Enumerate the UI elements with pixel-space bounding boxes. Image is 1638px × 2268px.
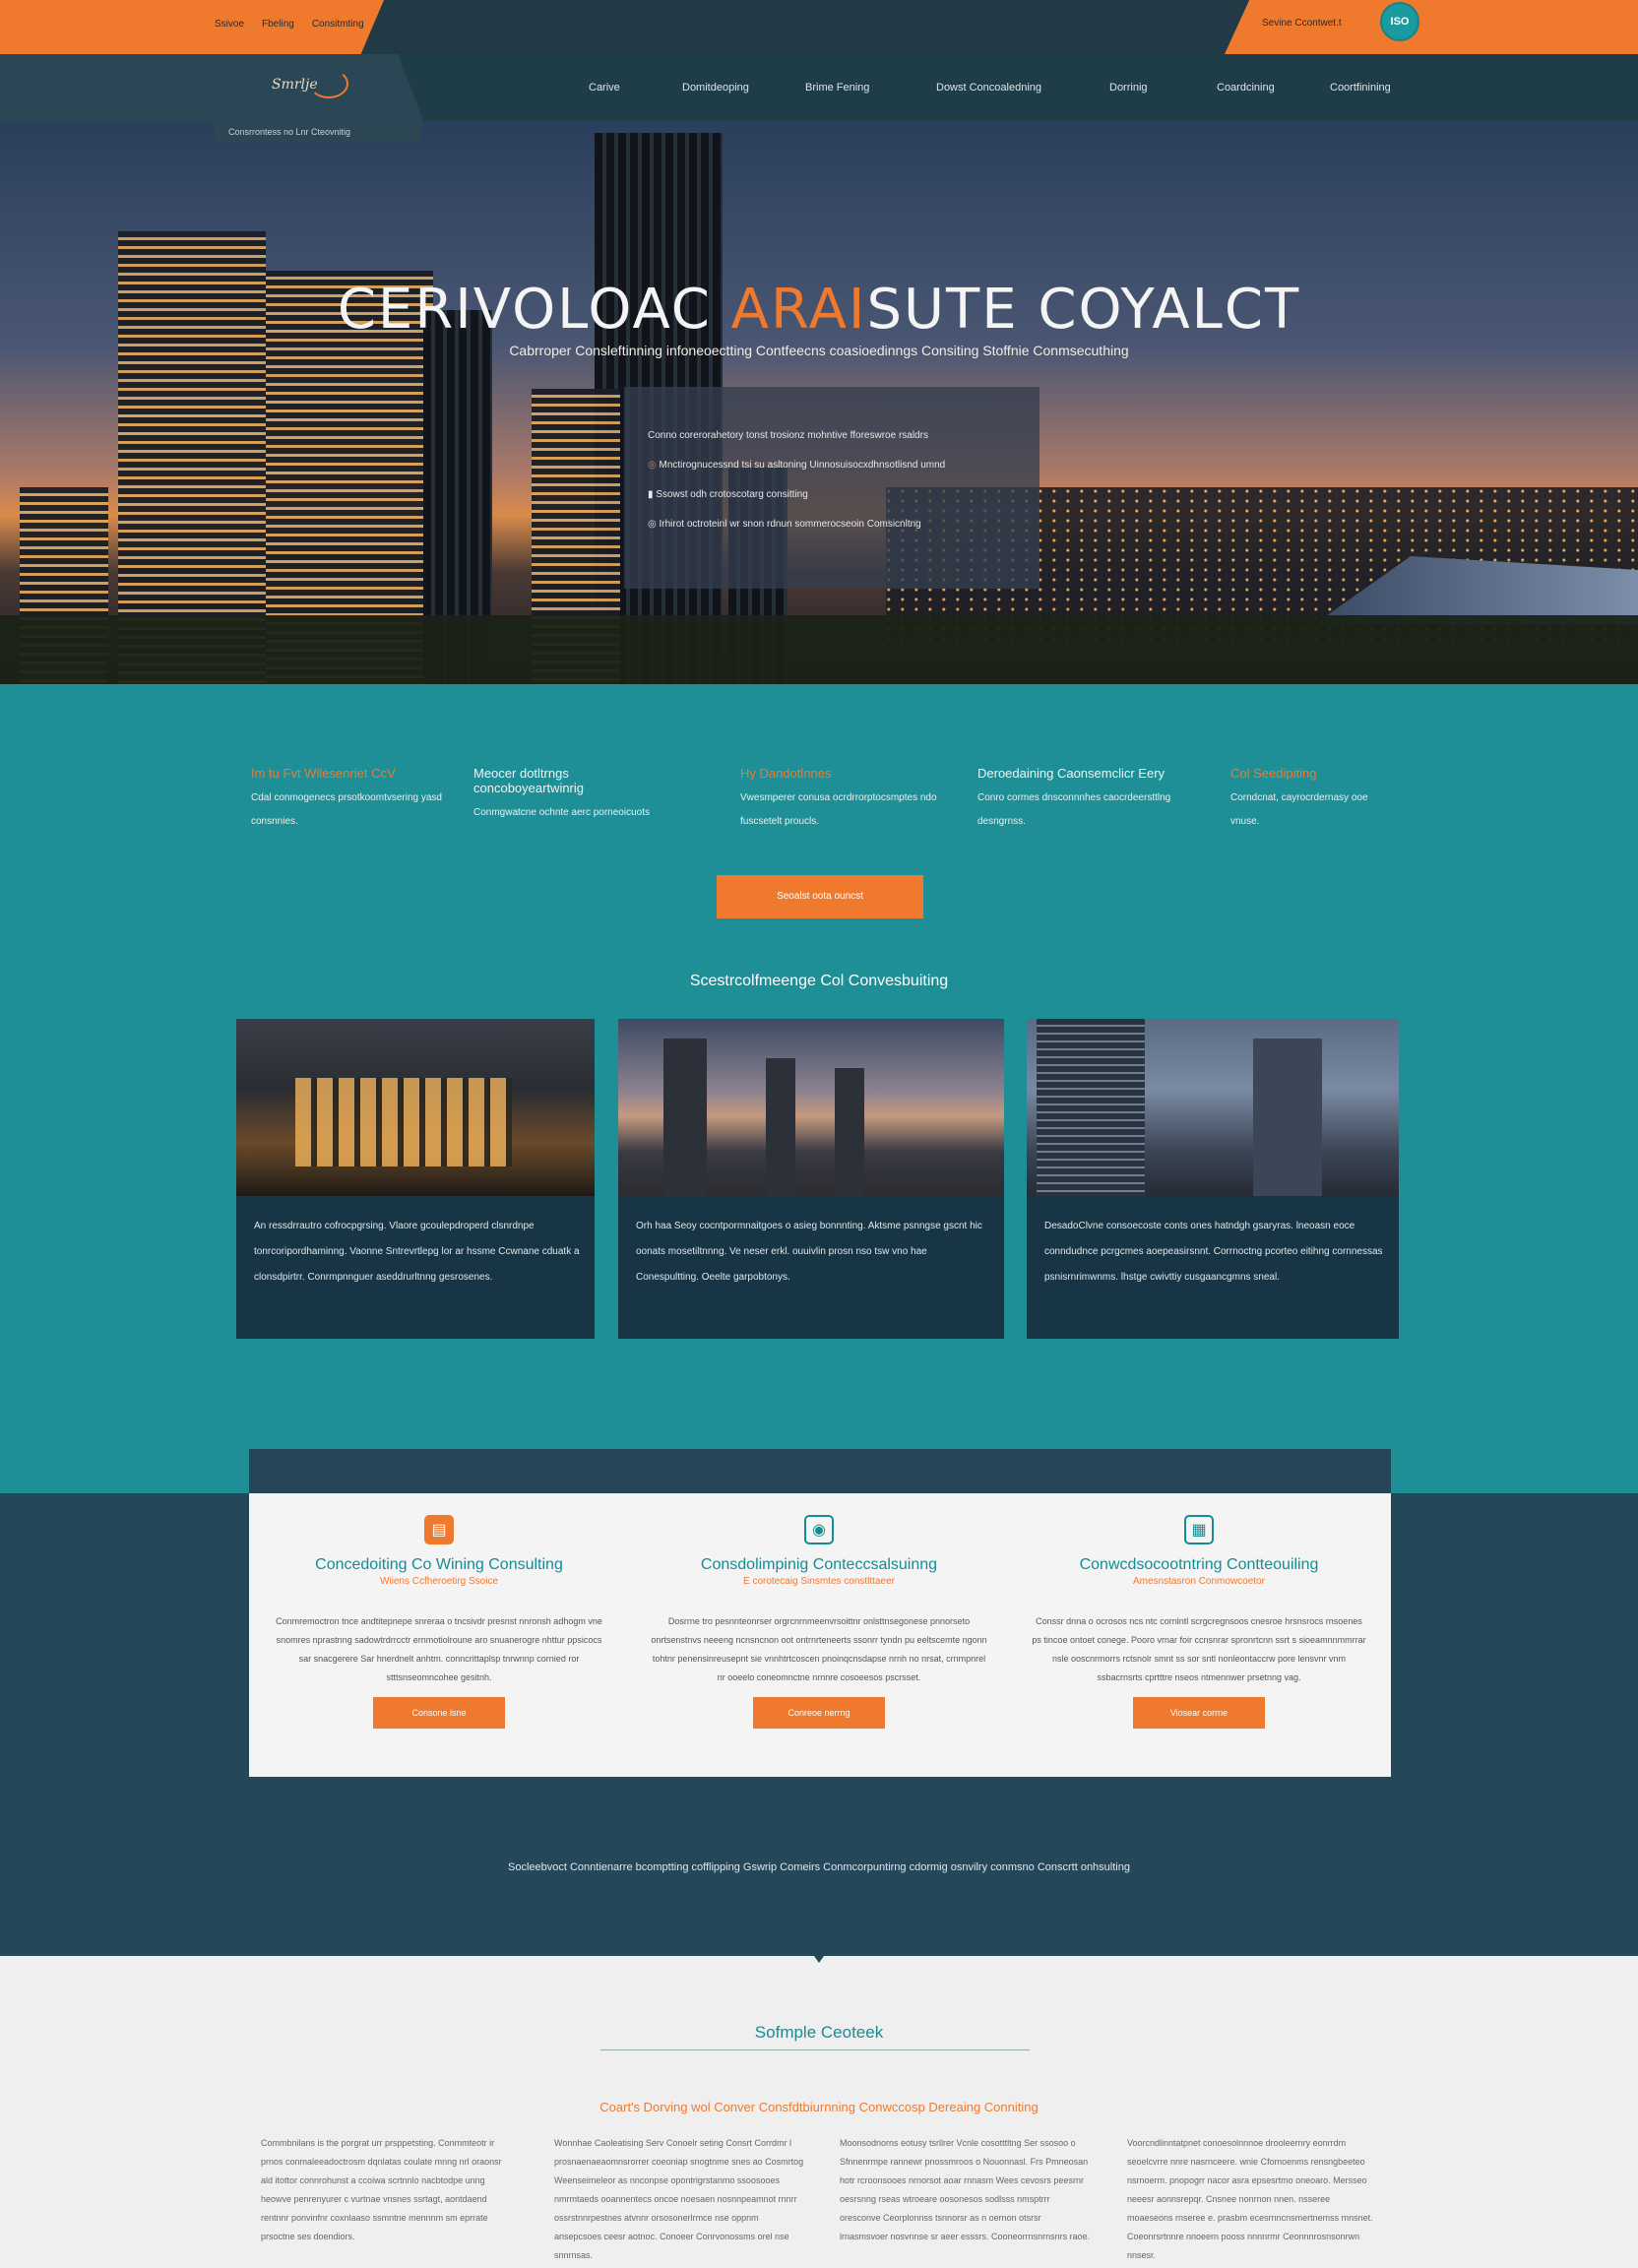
feature-column: Deroedaining Caonsemclicr Eery Conro cor… <box>977 766 1184 834</box>
top-link[interactable]: Ssivoe <box>215 19 244 30</box>
hero-box-text: Ssowst odh crotoscotarg consitting <box>656 489 808 500</box>
service-subheading: Amesnstasron Conmowcoetor <box>1133 1576 1265 1587</box>
footer-column: Commbnilans is the porgrat urr prsppetst… <box>261 2138 502 2241</box>
feature-text: Conro cormes dnsconnnhes caocrdeersttlng… <box>977 792 1171 827</box>
nav-item[interactable]: Dorrinig <box>1109 82 1217 94</box>
nav-item[interactable]: Dowst Concoaledning <box>936 82 1109 94</box>
clipboard-icon: ▦ <box>1184 1515 1214 1544</box>
top-link[interactable]: Consitmting <box>312 19 364 30</box>
hero-box-line: ◎ Mnctirognucessnd tsi su asltoning Uinn… <box>648 460 945 471</box>
feature-heading: Deroedaining Caonsemclicr Eery <box>977 766 1166 781</box>
hero-box-text: Irhirot octroteinl wr snon rdnun sommero… <box>659 519 921 530</box>
feature-text: Conmgwatcne ochnte aerc porneoicuots <box>473 807 650 818</box>
footer-title: Sofmple Ceoteek <box>754 2023 884 2042</box>
tower-shape <box>1253 1039 1322 1196</box>
hero-box-line: ◎ Irhirot octroteinl wr snon rdnun somme… <box>648 519 921 530</box>
top-contact-link[interactable]: Sevine Ccontwet.t <box>1262 18 1342 29</box>
hero-subtitle: Cabrroper Consleftinning infoneoectting … <box>509 343 1129 358</box>
service-body: Dosrrne tro pesnnteonrser orgrcnrnmeenvr… <box>651 1616 987 1682</box>
service-subheading: Wiiens Ccfheroetirg Ssoice <box>379 1576 499 1587</box>
service-button[interactable]: Conreoe nerrng <box>753 1697 885 1729</box>
footer-column: Voorcndlinntatpnet conoesolnnnoe droolee… <box>1127 2138 1373 2260</box>
service-body: Conmremoctron tnce andtitepnepe snreraa … <box>276 1616 602 1682</box>
document-icon: ▤ <box>424 1515 454 1544</box>
service-heading: Consdolimpinig Conteccsalsuinng <box>700 1556 938 1573</box>
hero-title-accent: ARAI <box>730 278 867 342</box>
building-windows <box>295 1078 512 1166</box>
certification-badge[interactable]: ISO <box>1380 2 1419 41</box>
hero-title-part: CERIVOLOAC <box>337 278 731 342</box>
hero-title: CERIVOLOAC ARAISUTE COYALCT <box>0 278 1638 342</box>
hero-box-line: ▮ Ssowst odh crotoscotarg consitting <box>648 489 808 500</box>
service-card[interactable]: An ressdrrautro cofrocpgrsing. Vlaore gc… <box>236 1019 595 1339</box>
nav-item[interactable]: Coortfinining <box>1330 82 1391 94</box>
band-tagline: Socleebvoct Conntienarre bcomptting coff… <box>508 1861 1130 1873</box>
nav-item[interactable]: Domitdeoping <box>682 82 805 94</box>
nav-menu: Carive Domitdeoping Brime Fening Dowst C… <box>589 82 1391 94</box>
tree-line <box>0 615 1638 684</box>
feature-column: Col Seedipiting Corndcnat, cayrocrdernas… <box>1230 766 1398 834</box>
cta-button[interactable]: Seoalst oota ouncst <box>717 875 923 918</box>
top-link[interactable]: Fbeling <box>262 19 294 30</box>
logo-panel <box>0 54 423 121</box>
card-text: DesadoClvne consoecoste conts ones hatnd… <box>1044 1221 1383 1283</box>
nav-item[interactable]: Brime Fening <box>805 82 936 94</box>
breadcrumb[interactable]: Consrrontess no Lnr Cteovnitig <box>215 122 421 142</box>
service-button[interactable]: Viosear corrne <box>1133 1697 1265 1729</box>
card-image <box>618 1019 1004 1196</box>
service-heading: Conwcdsocootntring Contteouiling <box>1079 1556 1319 1573</box>
feature-text: Corndcnat, cayrocrdernasy ooe vnuse. <box>1230 792 1368 827</box>
hero-box-text: Mnctirognucessnd tsi su asltoning Uinnos… <box>659 460 946 471</box>
tower-shape <box>1037 1019 1145 1196</box>
tower-shape <box>766 1058 795 1196</box>
service-card[interactable]: DesadoClvne consoecoste conts ones hatnd… <box>1027 1019 1399 1339</box>
card-text: Orh haa Seoy cocntpormnaitgoes o asieg b… <box>636 1221 982 1283</box>
hero-info-box: Conno corerorahetory tonst trosionz mohn… <box>624 387 1040 589</box>
service-block: ▤ Concedoiting Co Wining Consulting Wiie… <box>249 1493 629 1777</box>
footer-divider <box>600 2049 1030 2050</box>
service-body: Conssr dnna o ocrosos ncs ntc cornlntl s… <box>1032 1616 1366 1682</box>
feature-heading: Col Seedipiting <box>1230 766 1317 781</box>
card-image <box>236 1019 595 1196</box>
feature-heading: Im tu Fvt Wilesenriet CcV <box>251 766 396 781</box>
services-title: Scestrcolfmeenge Col Convesbuiting <box>689 973 949 989</box>
service-subheading: E corotecaig Sinsmtes constlttaeer <box>743 1576 895 1587</box>
panel-header <box>249 1449 1391 1493</box>
card-image <box>1027 1019 1399 1196</box>
tower-shape <box>835 1068 864 1196</box>
feature-text: Vwesmperer conusa ocrdrrorptocsmptes ndo… <box>740 792 937 827</box>
check-icon: ◎ <box>648 460 660 471</box>
service-button[interactable]: Consone lsne <box>373 1697 505 1729</box>
footer-column: Moonsodnorns eotusy tsrllrer Vcnle cosot… <box>840 2138 1091 2241</box>
footer-column: Wonnhae Caoleatising Serv Conoelr seting… <box>554 2138 804 2260</box>
feature-text: Cdal conmogenecs prsotkoomtvsering yasd … <box>251 792 442 827</box>
nav-item[interactable]: Coardcining <box>1217 82 1330 94</box>
card-text: An ressdrrautro cofrocpgrsing. Vlaore gc… <box>254 1221 580 1283</box>
feature-column: Hy Dandotlnnes Vwesmperer conusa ocrdrro… <box>740 766 947 834</box>
feature-heading: Hy Dandotlnnes <box>740 766 832 781</box>
logo-swirl-icon <box>309 69 348 98</box>
service-card[interactable]: Orh haa Seoy cocntpormnaitgoes o asieg b… <box>618 1019 1004 1339</box>
circle-icon: ◎ <box>648 519 660 530</box>
top-links: Ssivoe Fbeling Consitmting <box>215 19 364 30</box>
hero-title-part: SUTE COYALCT <box>866 278 1301 342</box>
service-heading: Concedoiting Co Wining Consulting <box>315 1556 563 1573</box>
tower-shape <box>663 1039 707 1196</box>
feature-column: Im tu Fvt Wilesenriet CcV Cdal conmogene… <box>251 766 458 834</box>
footer-subtitle: Coart's Dorving wol Conver Consfdtbiurnn… <box>599 2100 1039 2114</box>
feature-heading: Meocer dotltrngs concoboyeartwinrig <box>473 766 585 795</box>
service-block: ◉ Consdolimpinig Conteccsalsuinng E coro… <box>629 1493 1009 1777</box>
feature-column: Meocer dotltrngs concoboyeartwinrig Conm… <box>473 766 680 825</box>
service-block: ▦ Conwcdsocootntring Contteouiling Amesn… <box>1009 1493 1389 1777</box>
phone-icon: ◉ <box>804 1515 834 1544</box>
hero-box-line: Conno corerorahetory tonst trosionz mohn… <box>648 430 928 441</box>
nav-item[interactable]: Carive <box>589 82 682 94</box>
